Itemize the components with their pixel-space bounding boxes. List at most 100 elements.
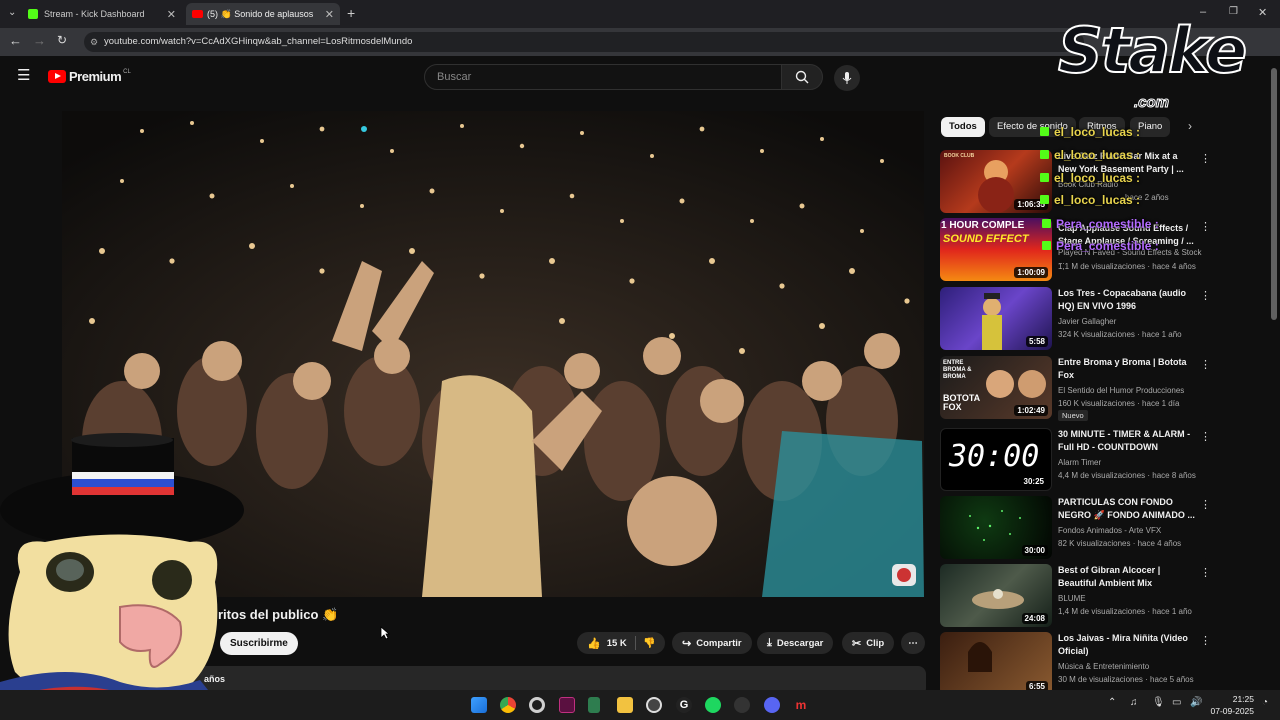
channel-name[interactable]: El Sentido del Humor Producciones (1058, 386, 1184, 395)
network-icon[interactable]: ▭ (1172, 697, 1181, 708)
more-options-icon[interactable]: ⋮ (1200, 289, 1211, 302)
like-count: 15 K (606, 637, 627, 649)
share-button[interactable]: ↪ Compartir (672, 632, 752, 654)
spotify-icon[interactable] (705, 697, 721, 713)
chevron-up-icon[interactable]: ⌃ (1108, 697, 1116, 708)
reload-icon[interactable]: ↻ (57, 33, 67, 47)
recommendation-title[interactable]: PARTICULAS CON FONDO NEGRO 🚀 FONDO ANIMA… (1058, 496, 1198, 522)
app-icon[interactable] (588, 697, 600, 713)
video-thumbnail[interactable]: 30:00 30:25 (940, 428, 1052, 491)
discord-icon[interactable] (764, 697, 780, 713)
app-icon[interactable]: G (676, 697, 692, 713)
close-tab-icon[interactable]: ✕ (325, 8, 334, 21)
recommendation-item[interactable]: 5:58 Los Tres - Copacabana (audio HQ) EN… (940, 287, 1211, 351)
recommendation-item[interactable]: 30:00 PARTICULAS CON FONDO NEGRO 🚀 FONDO… (940, 496, 1211, 560)
more-options-icon[interactable]: ⋮ (1200, 430, 1211, 443)
video-thumbnail[interactable]: 6:55 (940, 632, 1052, 690)
video-thumbnail[interactable]: ENTRE BROMA & BROMA BOTOTA FOX 1:02:49 (940, 356, 1052, 419)
chat-username: el_loco_lucas : (1054, 148, 1141, 162)
video-thumbnail[interactable]: 30:00 (940, 496, 1052, 559)
tab-youtube[interactable]: (5) 👏 Sonido de aplausos ✕ (186, 3, 340, 25)
video-thumbnail[interactable]: BOOK CLUB 1:06:35 (940, 150, 1052, 213)
youtube-icon (192, 10, 203, 18)
file-explorer-icon[interactable] (617, 697, 633, 713)
more-options-icon[interactable]: ⋮ (1200, 566, 1211, 579)
share-icon: ↪ (682, 637, 692, 650)
volume-icon[interactable]: 🔊 (1190, 697, 1202, 708)
dislike-icon[interactable]: 👎 (643, 638, 655, 649)
more-options-icon[interactable]: ⋮ (1200, 634, 1211, 647)
stake-logo: Stake (1057, 13, 1248, 88)
youtube-logo[interactable]: Premium CL (48, 69, 131, 84)
channel-name[interactable]: Javier Gallagher (1058, 317, 1116, 326)
app-icon[interactable] (559, 697, 575, 713)
video-thumbnail[interactable]: 1 HOUR COMPLE SOUND EFFECT 1:00:09 (940, 218, 1052, 281)
clip-button[interactable]: ✂ Clip (842, 632, 895, 654)
chip-todos[interactable]: Todos (941, 117, 985, 137)
recommendation-item[interactable]: ENTRE BROMA & BROMA BOTOTA FOX 1:02:49 E… (940, 356, 1211, 421)
app-icon[interactable] (734, 697, 750, 713)
chat-username: el_loco_lucas : (1054, 171, 1141, 185)
chat-message: Pera_comestible : (1042, 217, 1159, 231)
like-button[interactable]: 👍 15 K 👎 (577, 632, 665, 654)
more-actions-button[interactable]: ⋯ (901, 632, 925, 654)
recommendation-title[interactable]: Los Tres - Copacabana (audio HQ) EN VIVO… (1058, 287, 1198, 313)
recommendation-title[interactable]: Best of Gibran Alcocer | Beautiful Ambie… (1058, 564, 1198, 590)
chat-message: el_loco_lucas : (1040, 148, 1140, 162)
channel-name[interactable]: Música & Entretenimiento (1058, 662, 1149, 671)
recommendation-item[interactable]: 24:08 Best of Gibran Alcocer | Beautiful… (940, 564, 1211, 628)
ccleaner-icon[interactable] (529, 697, 545, 713)
chevron-right-icon[interactable]: › (1188, 119, 1192, 133)
channel-name[interactable]: Alarm Timer (1058, 458, 1101, 467)
recommendation-title[interactable]: 30 MINUTE - TIMER & ALARM - Full HD - CO… (1058, 428, 1198, 454)
url-field[interactable]: ⚙ youtube.com/watch?v=CcAdXGHinqw&ab_cha… (84, 32, 1084, 52)
tab-kick-dashboard[interactable]: Stream - Kick Dashboard ✕ (22, 3, 182, 25)
back-icon[interactable]: ← (9, 33, 22, 48)
recommendation-title[interactable]: Entre Broma y Broma | Botota Fox (1058, 356, 1198, 382)
more-options-icon[interactable]: ⋮ (1200, 498, 1211, 511)
app-icon[interactable]: m (793, 697, 809, 713)
forward-icon[interactable]: → (33, 33, 46, 48)
more-options-icon[interactable]: ⋮ (1200, 220, 1211, 233)
search-input[interactable]: Buscar (424, 64, 782, 90)
duration-badge: 30:00 (1021, 545, 1048, 556)
obs-icon[interactable] (646, 697, 662, 713)
recommendation-title[interactable]: Los Jaivas - Mira Niñita (Video Oficial) (1058, 632, 1198, 658)
kick-icon (28, 9, 38, 19)
duration-badge: 5:58 (1025, 336, 1048, 347)
chrome-icon[interactable] (500, 697, 516, 713)
tab-label: (5) 👏 Sonido de aplausos (207, 8, 314, 19)
kick-icon (1042, 219, 1051, 228)
channel-name[interactable]: BLUME (1058, 594, 1086, 603)
channel-name[interactable]: Fondos Animados - Arte VFX (1058, 526, 1161, 535)
more-options-icon[interactable]: ⋮ (1200, 358, 1211, 371)
close-window-icon[interactable]: ✕ (1258, 6, 1267, 19)
new-tab-icon[interactable]: + (347, 5, 355, 21)
view-meta: 82 K visualizaciones · hace 4 años (1058, 539, 1182, 548)
microphone-icon[interactable]: 🎙 (1152, 697, 1165, 708)
menu-icon[interactable]: ☰ (17, 66, 30, 84)
mouse-cursor-icon (380, 626, 390, 640)
tab-search-icon[interactable]: ⌄ (8, 7, 16, 18)
start-menu-icon[interactable] (471, 697, 487, 713)
voice-search-button[interactable] (834, 65, 860, 91)
download-button[interactable]: ⤓ Descargar (757, 632, 834, 654)
more-options-icon[interactable]: ⋮ (1200, 152, 1211, 165)
headset-icon[interactable]: ♫ (1130, 697, 1138, 708)
notifications-icon[interactable]: ◔ (1262, 697, 1268, 708)
thumbnail-text: 1 HOUR COMPLE (941, 220, 1025, 231)
kick-icon (1040, 195, 1049, 204)
video-thumbnail[interactable]: 5:58 (940, 287, 1052, 350)
video-thumbnail[interactable]: 24:08 (940, 564, 1052, 627)
search-button[interactable] (781, 64, 823, 90)
recommendation-item[interactable]: 6:55 Los Jaivas - Mira Niñita (Video Ofi… (940, 632, 1211, 690)
recommendation-item[interactable]: 30:00 30:25 30 MINUTE - TIMER & ALARM - … (940, 428, 1211, 492)
site-info-icon[interactable]: ⚙ (90, 32, 98, 52)
scrollbar-thumb[interactable] (1271, 68, 1277, 320)
close-tab-icon[interactable]: ✕ (167, 8, 176, 21)
chat-message: Pera_comestible : (1042, 239, 1159, 253)
kick-icon (1040, 127, 1049, 136)
chat-message: el_loco_lucas : (1040, 125, 1140, 139)
region-code: CL (123, 68, 131, 75)
system-clock[interactable]: 21:25 07-09-2025 (1204, 693, 1254, 717)
